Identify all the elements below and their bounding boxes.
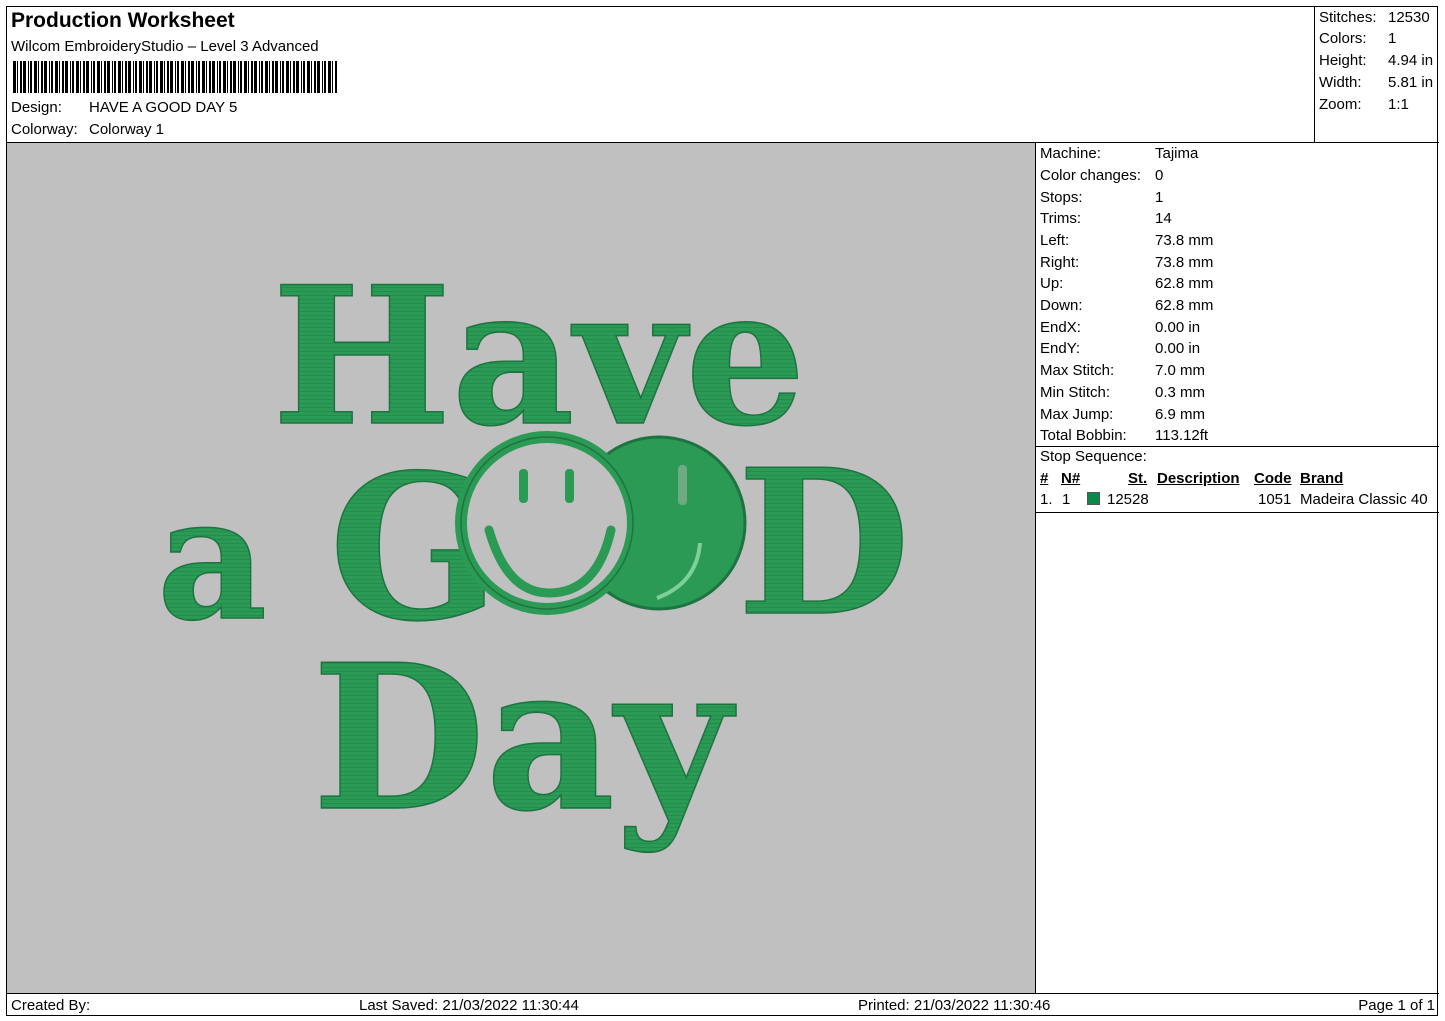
detail-row: Color changes: 0: [1040, 167, 1163, 184]
detail-label: Left:: [1040, 232, 1070, 249]
detail-row: Max Jump: 6.9 mm: [1040, 406, 1205, 423]
colorway-value: Colorway 1: [89, 121, 165, 138]
stitch-summary: Stitches: 12530 Colors: 1 Height: 4.94 in W…: [1315, 7, 1439, 143]
machine-details: Machine: Tajima Color changes: 0 Stops: 1 T…: [1036, 143, 1439, 993]
row-brand: Madeira Classic 40: [1300, 491, 1428, 508]
design-preview: Have a G D Day: [7, 143, 1036, 993]
worksheet-header: Production Worksheet Wilcom EmbroiderySt…: [7, 7, 1315, 143]
detail-label: Down:: [1040, 297, 1083, 314]
detail-label: Machine:: [1040, 145, 1101, 162]
detail-value: 1: [1155, 189, 1164, 206]
summary-value: 4.94 in: [1388, 52, 1434, 69]
detail-value: 62.8 mm: [1155, 297, 1214, 314]
detail-row: Trims: 14: [1040, 210, 1172, 227]
summary-row: Height: 4.94 in: [1319, 52, 1433, 69]
detail-row: Up: 62.8 mm: [1040, 275, 1213, 292]
summary-value: 5.81 in: [1388, 74, 1434, 91]
design-value: HAVE A GOOD DAY 5: [89, 99, 238, 116]
software-name: Wilcom EmbroideryStudio – Level 3 Advanc…: [11, 38, 319, 55]
detail-label: Color changes:: [1040, 167, 1141, 184]
text-a: a: [157, 459, 267, 659]
detail-row: Right: 73.8 mm: [1040, 254, 1213, 271]
design-label: Design:: [11, 99, 62, 116]
detail-value: 0.00 in: [1155, 319, 1201, 336]
detail-row: EndX: 0.00 in: [1040, 319, 1200, 336]
detail-label: EndY:: [1040, 340, 1081, 357]
summary-row: Colors: 1: [1319, 30, 1396, 47]
worksheet-title: Production Worksheet: [11, 9, 235, 32]
summary-label: Stitches:: [1319, 9, 1377, 26]
detail-row: Min Stitch: 0.3 mm: [1040, 384, 1205, 401]
detail-value: 73.8 mm: [1155, 232, 1214, 249]
detail-label: EndX:: [1040, 319, 1081, 336]
production-worksheet: Production Worksheet Wilcom EmbroiderySt…: [6, 6, 1439, 1017]
summary-value: 1: [1388, 30, 1397, 47]
thread-color-swatch: [1087, 492, 1100, 505]
detail-row: EndY: 0.00 in: [1040, 340, 1200, 357]
page-number: Page 1 of 1: [1358, 997, 1435, 1014]
colorway-row: Colorway: Colorway 1: [11, 121, 164, 138]
detail-row: Stops: 1: [1040, 189, 1163, 206]
detail-value: 14: [1155, 210, 1172, 227]
last-saved: Last Saved: 21/03/2022 11:30:44: [359, 997, 579, 1014]
detail-row: Max Stitch: 7.0 mm: [1040, 362, 1205, 379]
detail-row: Left: 73.8 mm: [1040, 232, 1213, 249]
divider: [1036, 512, 1439, 513]
summary-label: Zoom:: [1319, 96, 1362, 113]
row-code: 1051: [1258, 491, 1292, 508]
detail-row: Down: 62.8 mm: [1040, 297, 1213, 314]
summary-label: Height:: [1319, 52, 1367, 69]
worksheet-footer: Created By: Last Saved: 21/03/2022 11:30…: [7, 993, 1439, 1017]
design-name-row: Design: HAVE A GOOD DAY 5: [11, 99, 237, 116]
created-by: Created By:: [11, 997, 91, 1014]
detail-value: Tajima: [1155, 145, 1199, 162]
row-needle: 1: [1062, 491, 1071, 508]
summary-row: Stitches: 12530: [1319, 9, 1430, 26]
summary-row: Zoom: 1:1: [1319, 96, 1409, 113]
column-header-stitches: St.: [1128, 470, 1148, 487]
detail-label: Max Stitch:: [1040, 362, 1115, 379]
detail-value: 6.9 mm: [1155, 406, 1206, 423]
detail-value: 73.8 mm: [1155, 254, 1214, 271]
column-header-needle: N#: [1061, 470, 1081, 487]
detail-label: Stops:: [1040, 189, 1083, 206]
colorway-label: Colorway:: [11, 121, 78, 138]
detail-value: 0.3 mm: [1155, 384, 1206, 401]
detail-value: 62.8 mm: [1155, 275, 1214, 292]
detail-row: Total Bobbin: 113.12ft: [1040, 427, 1208, 444]
embroidery-artwork: Have a G D Day: [156, 244, 911, 857]
summary-label: Colors:: [1319, 30, 1367, 47]
divider: [1036, 446, 1439, 447]
text-d: D: [737, 426, 910, 661]
stop-sequence-title: Stop Sequence:: [1040, 448, 1147, 465]
summary-value: 12530: [1388, 9, 1430, 26]
column-header-index: #: [1040, 470, 1049, 487]
detail-label: Trims:: [1040, 210, 1082, 227]
detail-value: 113.12ft: [1155, 427, 1209, 444]
summary-label: Width:: [1319, 74, 1362, 91]
column-header-description: Description: [1157, 470, 1240, 487]
summary-row: Width: 5.81 in: [1319, 74, 1433, 91]
detail-label: Right:: [1040, 254, 1080, 271]
text-day: Day: [312, 621, 736, 856]
detail-row: Machine: Tajima: [1040, 145, 1198, 162]
row-index: 1.: [1040, 491, 1053, 508]
column-header-code: Code: [1254, 470, 1292, 487]
row-stitches: 12528: [1107, 491, 1149, 508]
detail-label: Up:: [1040, 275, 1064, 292]
detail-value: 0.00 in: [1155, 340, 1201, 357]
smiley-o-left-icon: [455, 431, 639, 615]
detail-label: Min Stitch:: [1040, 384, 1111, 401]
detail-value: 0: [1155, 167, 1164, 184]
barcode: [13, 61, 337, 93]
detail-label: Total Bobbin:: [1040, 427, 1127, 444]
column-header-brand: Brand: [1300, 470, 1344, 487]
printed-date: Printed: 21/03/2022 11:30:46: [858, 997, 1051, 1014]
summary-value: 1:1: [1388, 96, 1409, 113]
detail-value: 7.0 mm: [1155, 362, 1206, 379]
detail-label: Max Jump:: [1040, 406, 1114, 423]
